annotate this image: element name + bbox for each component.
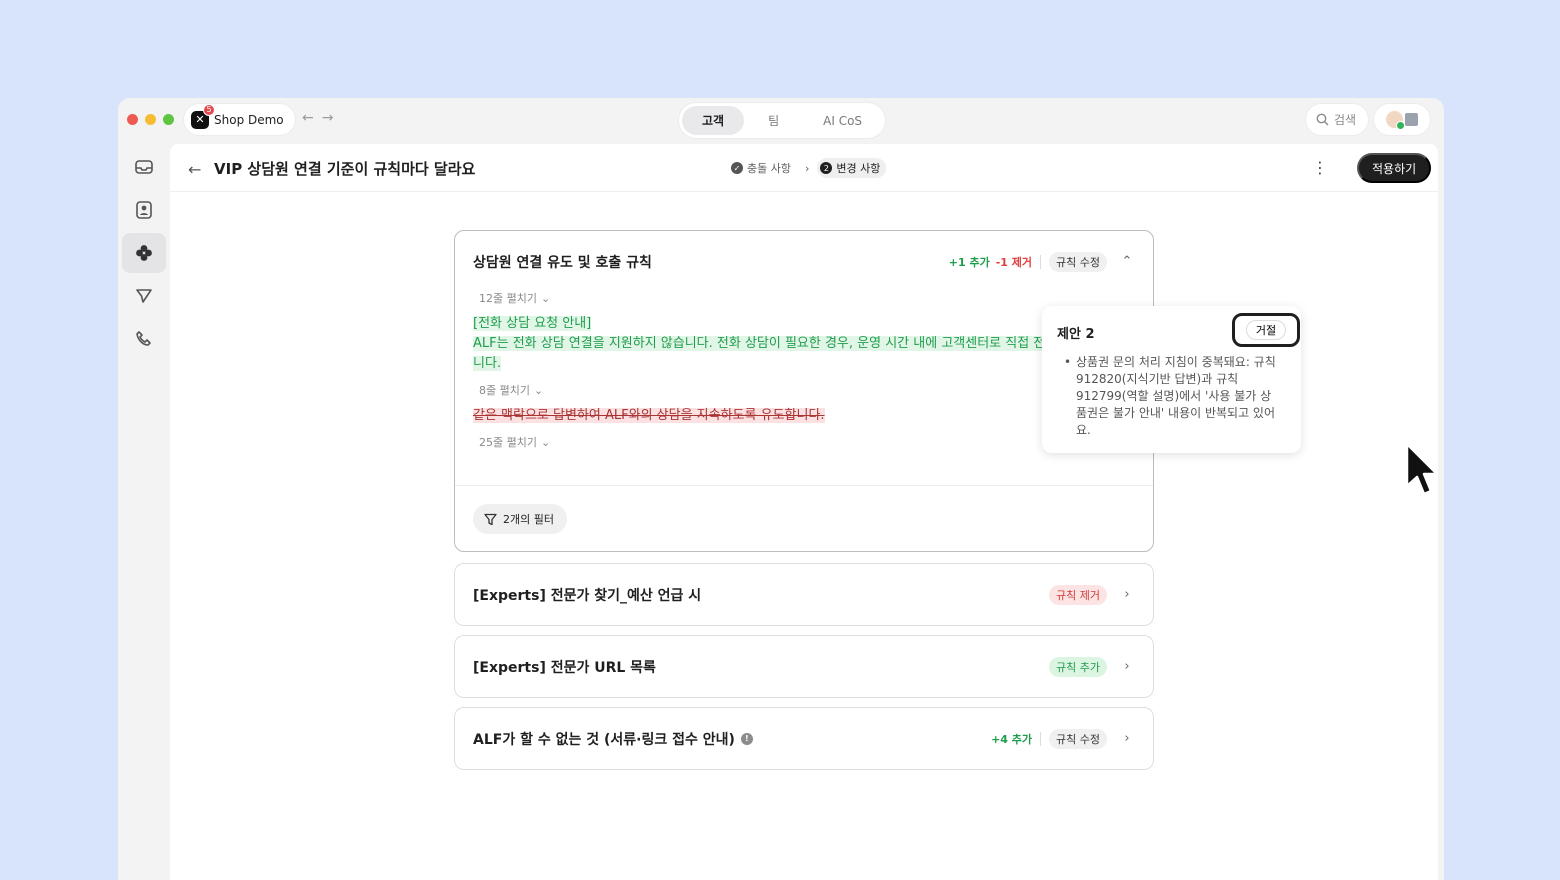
rule-title-wrap: ALF가 할 수 없는 것 (서류·링크 접수 안내) ! — [473, 729, 991, 749]
removed-count: -1 제거 — [995, 255, 1033, 269]
review-steps: ✓ 충돌 사항 › 2 변경 사항 — [728, 158, 887, 178]
forward-arrow-icon[interactable]: → — [322, 110, 334, 126]
suggestion-title: 제안 2 — [1057, 327, 1095, 342]
expand-label: 8줄 펼치기 — [479, 384, 530, 397]
step-number: 2 — [820, 162, 833, 174]
reject-button[interactable]: 거절 — [1245, 320, 1287, 340]
inbox-icon — [135, 160, 153, 174]
divider — [1040, 254, 1042, 269]
diff-added-line: [전화 상담 요청 안내] — [473, 316, 592, 331]
minimize-window-button[interactable] — [145, 114, 156, 125]
expand-label: 25줄 펼치기 — [479, 436, 537, 449]
rule-change-meta: 규칙 제거 › — [1049, 584, 1135, 605]
step-changes[interactable]: 2 변경 사항 — [817, 158, 887, 178]
rule-card[interactable]: ALF가 할 수 없는 것 (서류·링크 접수 안내) ! +4 추가 규칙 수… — [454, 707, 1154, 770]
filter-label: 2개의 필터 — [503, 513, 554, 526]
sidebar-item-alf[interactable] — [122, 233, 166, 273]
back-arrow-icon[interactable]: ← — [302, 110, 314, 126]
status-badge: 규칙 추가 — [1049, 656, 1107, 677]
rule-card[interactable]: [Experts] 전문가 URL 목록 규칙 추가 › — [454, 635, 1154, 698]
rule-card-header[interactable]: 상담원 연결 유도 및 호출 규칙 +1 추가 -1 제거 규칙 수정 ⌃ — [455, 231, 1153, 292]
chevron-right-icon: › — [1124, 731, 1130, 746]
chevron-right-icon: › — [1124, 659, 1130, 674]
rule-card[interactable]: [Experts] 전문가 찾기_예산 언급 시 규칙 제거 › — [454, 563, 1154, 626]
expand-label: 12줄 펼치기 — [479, 292, 537, 305]
rule-title: [Experts] 전문가 URL 목록 — [473, 659, 656, 676]
step-changes-label: 변경 사항 — [836, 162, 881, 175]
chevron-right-icon: › — [804, 161, 810, 175]
account-menu[interactable] — [1374, 104, 1430, 135]
notification-badge: 5 — [203, 103, 215, 116]
rule-change-meta: +1 추가 -1 제거 규칙 수정 ⌃ — [948, 251, 1135, 272]
sidebar-item-call[interactable] — [122, 319, 166, 359]
search-label: 검색 — [1334, 113, 1357, 127]
diff-added-line: ALF는 전화 상담 연결을 지원하지 않습니다. 전화 상담이 필요한 경우,… — [473, 336, 1134, 371]
added-count: +1 추가 — [948, 255, 990, 269]
info-icon[interactable]: ! — [740, 732, 753, 745]
more-options-icon[interactable]: ⋮ — [1310, 158, 1330, 177]
chevron-down-icon: ⌄ — [540, 291, 551, 305]
sidebar-item-campaign[interactable] — [122, 276, 166, 316]
chevron-up-icon[interactable]: ⌃ — [1119, 254, 1135, 269]
tab-ai-cos[interactable]: AI CoS — [803, 106, 882, 135]
workspace-switcher[interactable]: ✕ 5 Shop Demo — [184, 103, 295, 135]
phone-icon — [136, 331, 151, 346]
check-icon: ✓ — [731, 162, 743, 174]
search-icon — [1316, 113, 1329, 126]
added-count: +4 추가 — [991, 732, 1033, 746]
status-badge: 규칙 수정 — [1049, 251, 1107, 272]
user-avatar — [1386, 111, 1405, 130]
app-window: ✕ 5 Shop Demo ← → 고객 팀 AI CoS 검색 ← VIP 상… — [118, 98, 1444, 880]
building-icon — [1405, 113, 1418, 126]
chevron-down-icon: ⌄ — [533, 383, 544, 397]
rule-title: 상담원 연결 유도 및 호출 규칙 — [473, 254, 652, 271]
rule-title: ALF가 할 수 없는 것 (서류·링크 접수 안내) — [473, 731, 735, 748]
rule-change-meta: 규칙 추가 › — [1049, 656, 1135, 677]
suggestion-popover: 제안 2 거절 상품권 문의 처리 지침이 중복돼요: 규칙 912820(지식… — [1042, 306, 1301, 453]
maximize-window-button[interactable] — [163, 114, 174, 125]
back-arrow-icon[interactable]: ← — [188, 160, 201, 179]
diff-removed-line: 같은 맥락으로 답변하여 ALF와의 상담을 지속하도록 유도합니다. — [473, 408, 825, 423]
search-button[interactable]: 검색 — [1306, 104, 1369, 135]
chevron-down-icon: ⌄ — [540, 435, 551, 449]
main-panel: ← VIP 상담원 연결 기준이 규칙마다 달라요 ✓ 충돌 사항 › 2 변경… — [170, 144, 1438, 880]
status-badge: 규칙 수정 — [1049, 728, 1107, 749]
window-controls — [127, 114, 174, 125]
divider — [1040, 731, 1042, 746]
step-conflicts[interactable]: ✓ 충돌 사항 — [728, 158, 797, 178]
sidebar-item-inbox[interactable] — [122, 147, 166, 187]
filter-button[interactable]: 2개의 필터 — [473, 504, 567, 534]
app-logo-icon: ✕ 5 — [191, 103, 215, 129]
apply-button[interactable]: 적용하기 — [1357, 153, 1432, 183]
page-header: ← VIP 상담원 연결 기준이 규칙마다 달라요 ✓ 충돌 사항 › 2 변경… — [170, 144, 1438, 192]
clover-icon — [136, 245, 152, 261]
sidebar — [118, 144, 170, 362]
diff-added-block: [전화 상담 요청 안내] ALF는 전화 상담 연결을 지원하지 않습니다. … — [473, 314, 1135, 374]
history-nav: ← → — [302, 110, 333, 126]
main-tabs: 고객 팀 AI CoS — [679, 103, 886, 138]
rule-title: [Experts] 전문가 찾기_예산 언급 시 — [473, 587, 702, 604]
close-window-button[interactable] — [127, 114, 138, 125]
contacts-icon — [136, 201, 152, 219]
status-badge: 규칙 제거 — [1049, 584, 1107, 605]
suggestion-body: 상품권 문의 처리 지침이 중복돼요: 규칙 912820(지식기반 답변)과 … — [1064, 354, 1282, 439]
tab-team[interactable]: 팀 — [748, 106, 799, 135]
diff-removed-block: 같은 맥락으로 답변하여 ALF와의 상담을 지속하도록 유도합니다. — [473, 406, 1135, 426]
rule-card-footer: 2개의 필터 — [455, 485, 1153, 551]
reject-highlight: 거절 — [1232, 313, 1300, 347]
sidebar-item-contacts[interactable] — [122, 190, 166, 230]
send-icon — [136, 289, 152, 303]
filter-icon — [484, 513, 497, 525]
page-title: VIP 상담원 연결 기준이 규칙마다 달라요 — [214, 160, 476, 178]
rule-change-meta: +4 추가 규칙 수정 › — [991, 728, 1135, 749]
tab-customer[interactable]: 고객 — [682, 106, 745, 135]
mouse-cursor-icon — [1405, 442, 1438, 496]
workspace-name: Shop Demo — [214, 112, 284, 127]
chevron-right-icon: › — [1124, 587, 1130, 602]
step-conflicts-label: 충돌 사항 — [747, 162, 791, 175]
expand-lines-button[interactable]: 12줄 펼치기 ⌄ — [455, 290, 1153, 306]
